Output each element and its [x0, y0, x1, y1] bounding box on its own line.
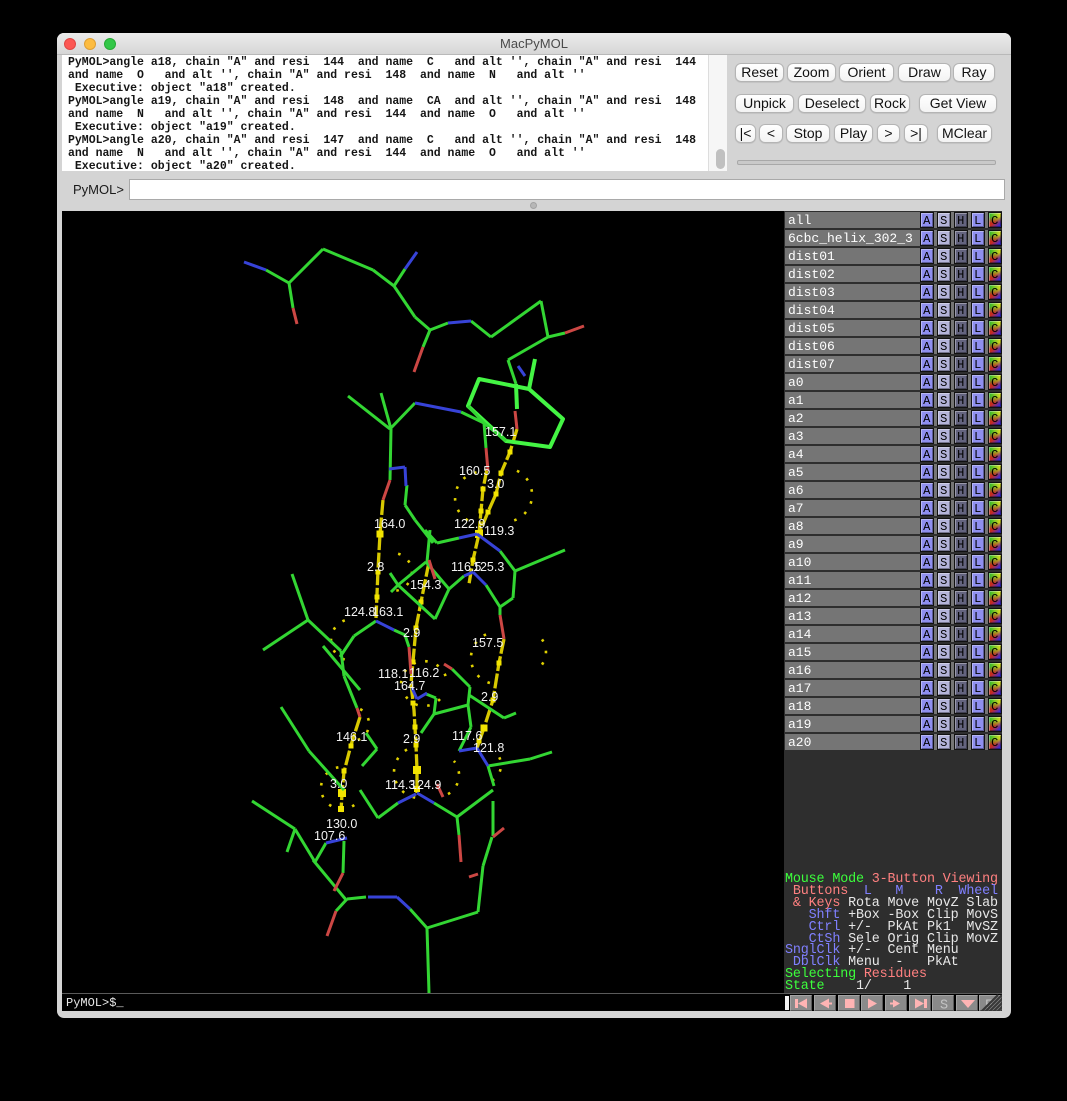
svg-text:164.7: 164.7 [394, 679, 425, 693]
svg-text:154.3: 154.3 [410, 578, 441, 592]
svg-text:125.3: 125.3 [473, 560, 504, 574]
svg-text:160.5: 160.5 [459, 464, 490, 478]
svg-text:2.9: 2.9 [481, 690, 498, 704]
svg-text:124.8: 124.8 [344, 605, 375, 619]
svg-text:3.0: 3.0 [487, 477, 504, 491]
svg-text:163.1: 163.1 [372, 605, 403, 619]
svg-text:2.9: 2.9 [403, 732, 420, 746]
svg-text:S: S [940, 999, 948, 1011]
svg-text:116.2: 116.2 [409, 666, 439, 680]
svg-text:119.3: 119.3 [484, 524, 514, 538]
svg-text:164.0: 164.0 [374, 517, 405, 531]
svg-text:157.5: 157.5 [472, 636, 503, 650]
svg-text:107.6: 107.6 [314, 829, 345, 843]
svg-text:146.1: 146.1 [336, 730, 367, 744]
svg-text:121.8: 121.8 [473, 741, 504, 755]
svg-text:3.0: 3.0 [330, 777, 347, 791]
svg-text:124.9: 124.9 [410, 778, 441, 792]
svg-text:157.1: 157.1 [485, 425, 516, 439]
svg-text:122.9: 122.9 [454, 517, 485, 531]
svg-text:2.8: 2.8 [367, 560, 384, 574]
svg-text:2.9: 2.9 [403, 626, 420, 640]
